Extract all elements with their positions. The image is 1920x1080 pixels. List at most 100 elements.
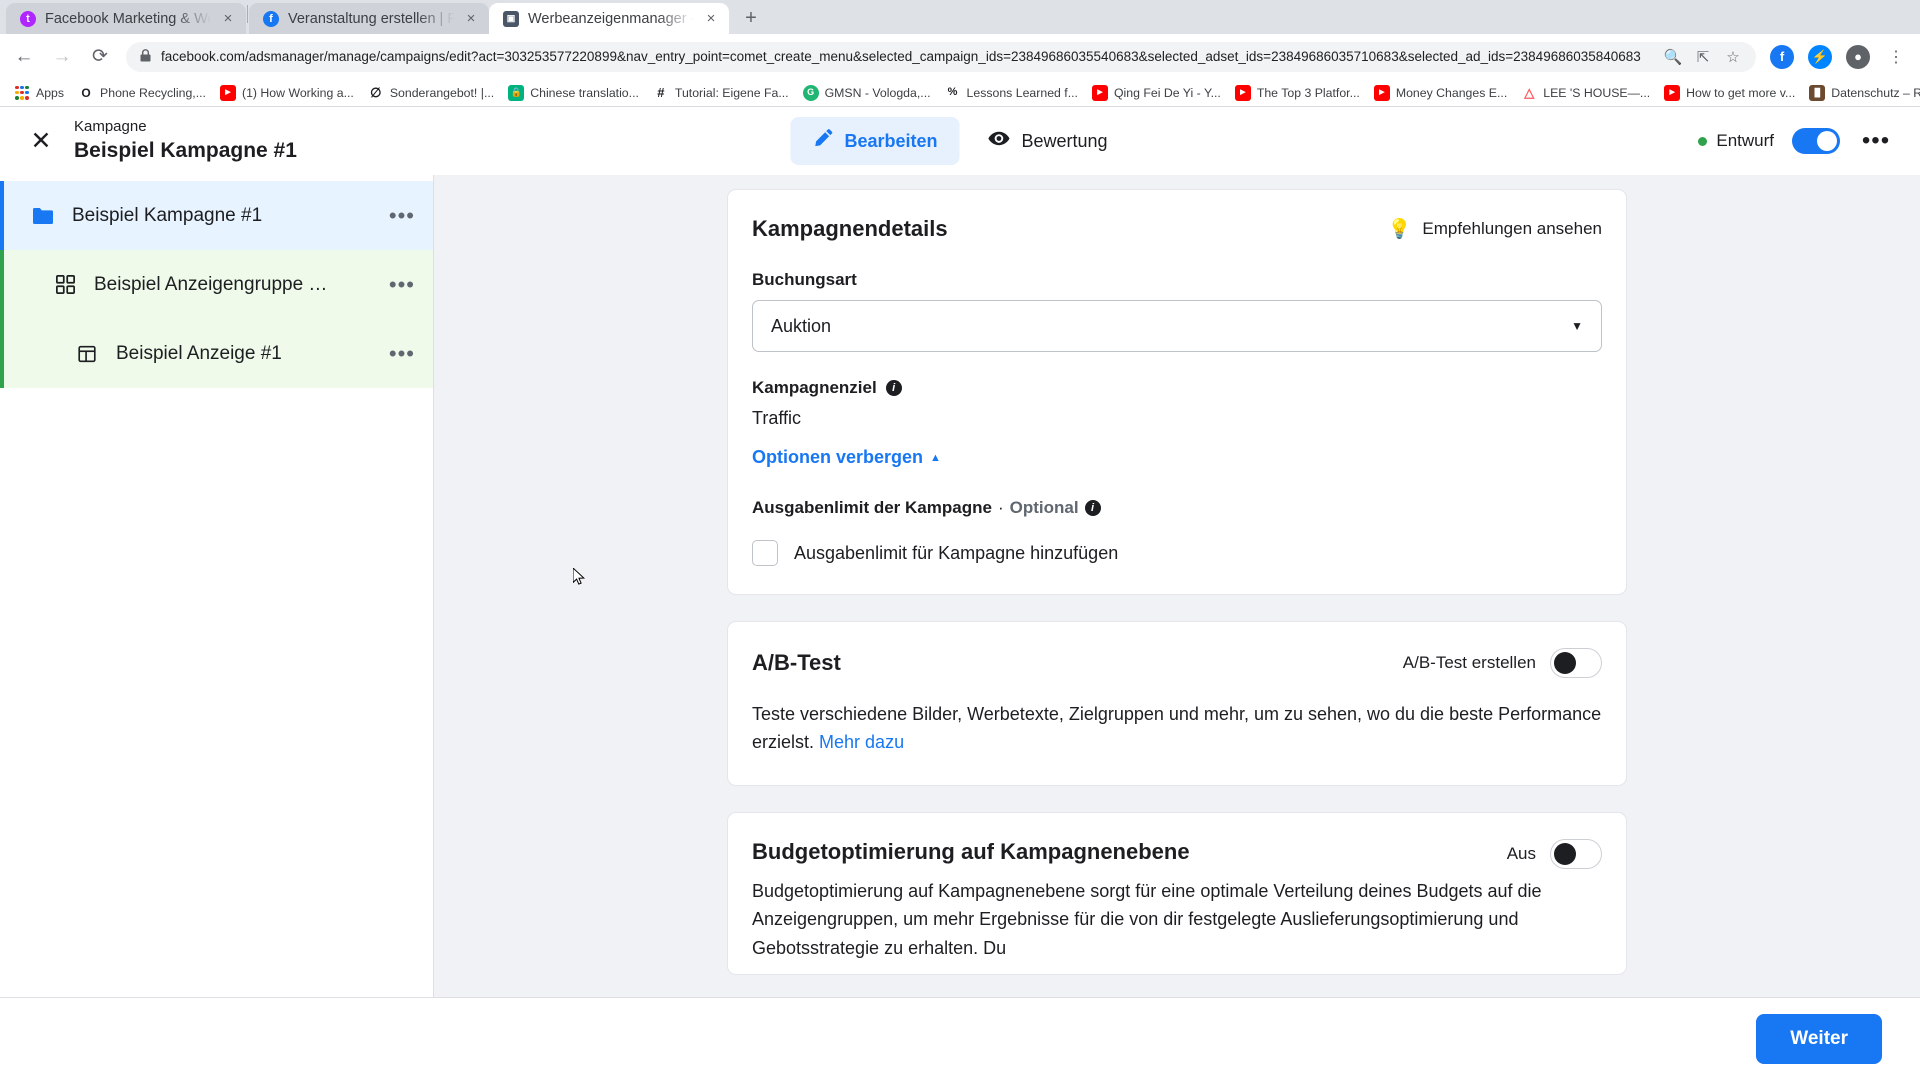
info-icon[interactable]: i (1084, 500, 1101, 516)
bookmark-item-5[interactable]: # Tutorial: Eigene Fa... (647, 82, 795, 104)
star-icon[interactable]: ☆ (1724, 45, 1742, 69)
browser-tab-2[interactable]: ▣ Werbeanzeigenmanager - Wer × (489, 3, 729, 34)
reload-icon[interactable]: ⟳ (88, 45, 112, 69)
spend-limit-checkbox[interactable] (752, 540, 778, 566)
app-header: ✕ Kampagne Beispiel Kampagne #1 Bearbeit… (0, 107, 1920, 175)
lock-icon (140, 48, 151, 65)
header-titles: Kampagne Beispiel Kampagne #1 (74, 118, 297, 164)
url-text: facebook.com/adsmanager/manage/campaigns… (161, 49, 1641, 64)
sidebar-item-label: Beispiel Kampagne #1 (72, 204, 263, 226)
tab-close-icon-2[interactable]: × (703, 11, 719, 26)
sidebar-item-menu-icon[interactable]: ••• (377, 341, 415, 367)
objective-value: Traffic (752, 408, 802, 428)
tab-bewertung[interactable]: Bewertung (965, 116, 1129, 166)
ab-test-title: A/B-Test (752, 650, 841, 675)
bookmark-item-8[interactable]: ▶ Qing Fei De Yi - Y... (1086, 82, 1227, 104)
ab-test-learn-more-link[interactable]: Mehr dazu (819, 732, 904, 752)
bookmark-apps[interactable]: Apps (8, 82, 70, 104)
bookmark-item-1[interactable]: O Phone Recycling,... (72, 82, 212, 104)
sidebar-item-menu-icon[interactable]: ••• (377, 272, 415, 298)
sidebar-item-campaign[interactable]: Beispiel Kampagne #1 ••• (0, 181, 433, 250)
card-title: Kampagnendetails (752, 216, 948, 241)
campaign-active-toggle[interactable] (1792, 128, 1840, 154)
youtube-icon: ▶ (1664, 84, 1681, 101)
sidebar-item-label: Beispiel Anzeige #1 (116, 342, 282, 364)
label-separator: · (997, 498, 1004, 517)
share-icon[interactable]: ⇱ (1694, 45, 1712, 69)
booking-type-select[interactable]: Auktion ▼ (752, 300, 1602, 352)
facebook-extension-icon[interactable]: f (1770, 44, 1794, 69)
budget-optimization-header: Budgetoptimierung auf Kampagnenebene Aus (752, 838, 1602, 869)
status-dot-icon (1698, 136, 1708, 146)
spend-limit-checkbox-row[interactable]: Ausgabenlimit für Kampagne hinzufügen (752, 540, 1602, 566)
green-circle-icon: G (802, 84, 819, 101)
messenger-extension-icon[interactable]: ⚡ (1808, 44, 1832, 69)
bookmark-label: How to get more v... (1686, 85, 1796, 100)
youtube-icon: ▶ (1373, 84, 1390, 101)
budget-optimization-toggle[interactable] (1550, 838, 1602, 869)
recommendations-label: Empfehlungen ansehen (1422, 219, 1602, 238)
chevron-up-icon: ▲ (930, 451, 941, 464)
browser-tab-1[interactable]: f Veranstaltung erstellen | Faceb × (249, 3, 489, 34)
forward-icon[interactable]: → (50, 45, 74, 69)
tab-title-1: Veranstaltung erstellen | Faceb (288, 10, 454, 27)
tab-close-icon-1[interactable]: × (463, 11, 479, 26)
campaign-tree-sidebar: Beispiel Kampagne #1 ••• Beispiel Anzeig… (0, 175, 434, 997)
sidebar-item-ad[interactable]: Beispiel Anzeige #1 ••• (0, 319, 433, 388)
ab-test-toggle-label: A/B-Test erstellen (1402, 653, 1536, 672)
objective-label-text: Kampagnenziel (752, 378, 877, 397)
omnibox[interactable]: facebook.com/adsmanager/manage/campaigns… (126, 41, 1756, 72)
zoom-icon[interactable]: 🔍 (1664, 45, 1683, 69)
bookmark-item-3[interactable]: ∅ Sonderangebot! |... (362, 82, 500, 104)
booking-type-value: Auktion (771, 315, 832, 336)
omnibox-actions: 🔍 ⇱ ☆ (1664, 45, 1742, 69)
booking-type-label-text: Buchungsart (752, 270, 857, 289)
sidebar-item-menu-icon[interactable]: ••• (377, 203, 415, 229)
spend-limit-label: Ausgabenlimit der Kampagne · Optional i (752, 498, 1602, 518)
campaign-details-card: Kampagnendetails 💡 Empfehlungen ansehen … (727, 189, 1627, 595)
lock-green-icon: 🔒 (508, 84, 525, 101)
toggle-knob (1554, 842, 1576, 865)
pencil-icon (812, 128, 833, 154)
bookmark-item-7[interactable]: % Lessons Learned f... (939, 82, 1084, 104)
browser-chrome: t Facebook Marketing & Werbea × f Verans… (0, 0, 1920, 107)
sidebar-item-adset[interactable]: Beispiel Anzeigengruppe … ••• (0, 250, 433, 319)
bookmark-item-4[interactable]: 🔒 Chinese translatio... (502, 82, 645, 104)
bookmark-label: Qing Fei De Yi - Y... (1113, 85, 1221, 100)
tab-bearbeiten[interactable]: Bearbeiten (790, 117, 960, 165)
circle-o-icon: O (78, 84, 95, 101)
browser-tab-0[interactable]: t Facebook Marketing & Werbea × (6, 3, 246, 34)
ab-test-toggle-group: A/B-Test erstellen (1403, 648, 1602, 678)
lightbulb-icon: 💡 (1387, 219, 1412, 240)
info-icon[interactable]: i (885, 380, 902, 396)
bookmark-item-12[interactable]: ▶ How to get more v... (1658, 82, 1801, 104)
bookmark-item-6[interactable]: G GMSN - Vologda,... (797, 82, 937, 104)
folder-icon (30, 203, 56, 229)
bookmark-label: The Top 3 Platfor... (1256, 85, 1360, 100)
hide-options-button[interactable]: Optionen verbergen ▲ (752, 447, 1602, 468)
view-recommendations-button[interactable]: 💡 Empfehlungen ansehen (1388, 217, 1602, 241)
bookmark-item-9[interactable]: ▶ The Top 3 Platfor... (1229, 82, 1366, 104)
bookmark-label: Lessons Learned f... (966, 85, 1078, 100)
header-tabs: Bearbeiten Bewertung (790, 116, 1129, 166)
bookmark-item-2[interactable]: ▶ (1) How Working a... (214, 82, 360, 104)
tab-close-icon-0[interactable]: × (220, 11, 236, 26)
grid-icon (52, 272, 78, 298)
continue-button[interactable]: Weiter (1756, 1013, 1882, 1064)
bookmark-item-10[interactable]: ▶ Money Changes E... (1368, 82, 1513, 104)
ab-test-description: Teste verschiedene Bilder, Werbetexte, Z… (752, 700, 1602, 757)
tab-title-2: Werbeanzeigenmanager - Wer (528, 10, 694, 27)
close-icon[interactable]: ✕ (24, 124, 58, 158)
bookmark-item-11[interactable]: △ LEE 'S HOUSE—... (1515, 82, 1656, 104)
more-options-icon[interactable]: ••• (1858, 123, 1894, 159)
new-tab-button[interactable]: + (737, 4, 765, 32)
bookmark-item-13[interactable]: █ Datenschutz – Re... (1803, 82, 1920, 104)
status-badge: Entwurf (1698, 131, 1774, 151)
back-icon[interactable]: ← (12, 45, 36, 69)
ab-test-toggle[interactable] (1550, 648, 1602, 678)
budget-optimization-description: Budgetoptimierung auf Kampagnenebene sor… (752, 880, 1542, 958)
budget-toggle-group: Aus (1507, 838, 1602, 869)
chrome-menu-icon[interactable]: ⋮ (1884, 45, 1908, 69)
bookmark-label: Money Changes E... (1395, 85, 1508, 100)
profile-avatar[interactable]: ● (1846, 44, 1870, 69)
